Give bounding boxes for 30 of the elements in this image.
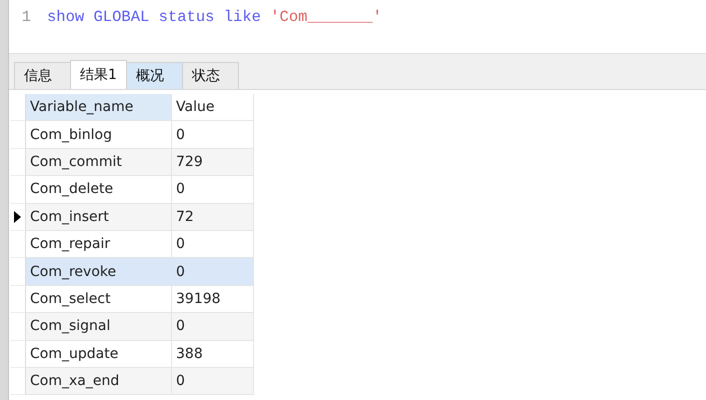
table-cell: Com_insert — [26, 204, 172, 231]
table-cell: Com_signal — [26, 313, 172, 341]
table-cell: 0 — [172, 230, 254, 258]
table-cell: 0 — [172, 258, 254, 286]
table-cell: Com_binlog — [26, 121, 172, 149]
table-cell: Com_repair — [26, 230, 172, 258]
table-cell: 0 — [172, 176, 254, 204]
table-cell: Com_xa_end — [26, 368, 172, 396]
table-cell: 0 — [172, 121, 254, 149]
line-number: 1 — [20, 8, 32, 26]
table-cell: Com_update — [26, 340, 172, 368]
table-cell: 0 — [172, 368, 254, 396]
table-cell: 39198 — [172, 286, 254, 314]
string-literal: 'Com_______' — [270, 8, 382, 26]
column-header[interactable]: Value — [172, 94, 254, 122]
table-cell: Com_commit — [26, 148, 172, 176]
table-cell: Com_select — [26, 286, 172, 314]
current-row-icon — [14, 210, 21, 223]
sql-keywords: show GLOBAL status like — [47, 8, 262, 26]
result-tab[interactable]: 信息 — [14, 62, 71, 89]
result-tab[interactable]: 状态 — [182, 62, 239, 89]
table-cell: 729 — [172, 148, 254, 176]
column-header[interactable]: Variable_name — [26, 94, 172, 122]
table-cell: Com_revoke — [26, 258, 172, 286]
result-tab[interactable]: 概况 — [126, 62, 183, 89]
table-cell: Com_delete — [26, 176, 172, 204]
table-cell: 72 — [172, 204, 254, 231]
table-cell: 388 — [172, 340, 254, 368]
result-tab[interactable]: 结果1 — [70, 60, 127, 89]
table-cell: 0 — [172, 313, 254, 341]
